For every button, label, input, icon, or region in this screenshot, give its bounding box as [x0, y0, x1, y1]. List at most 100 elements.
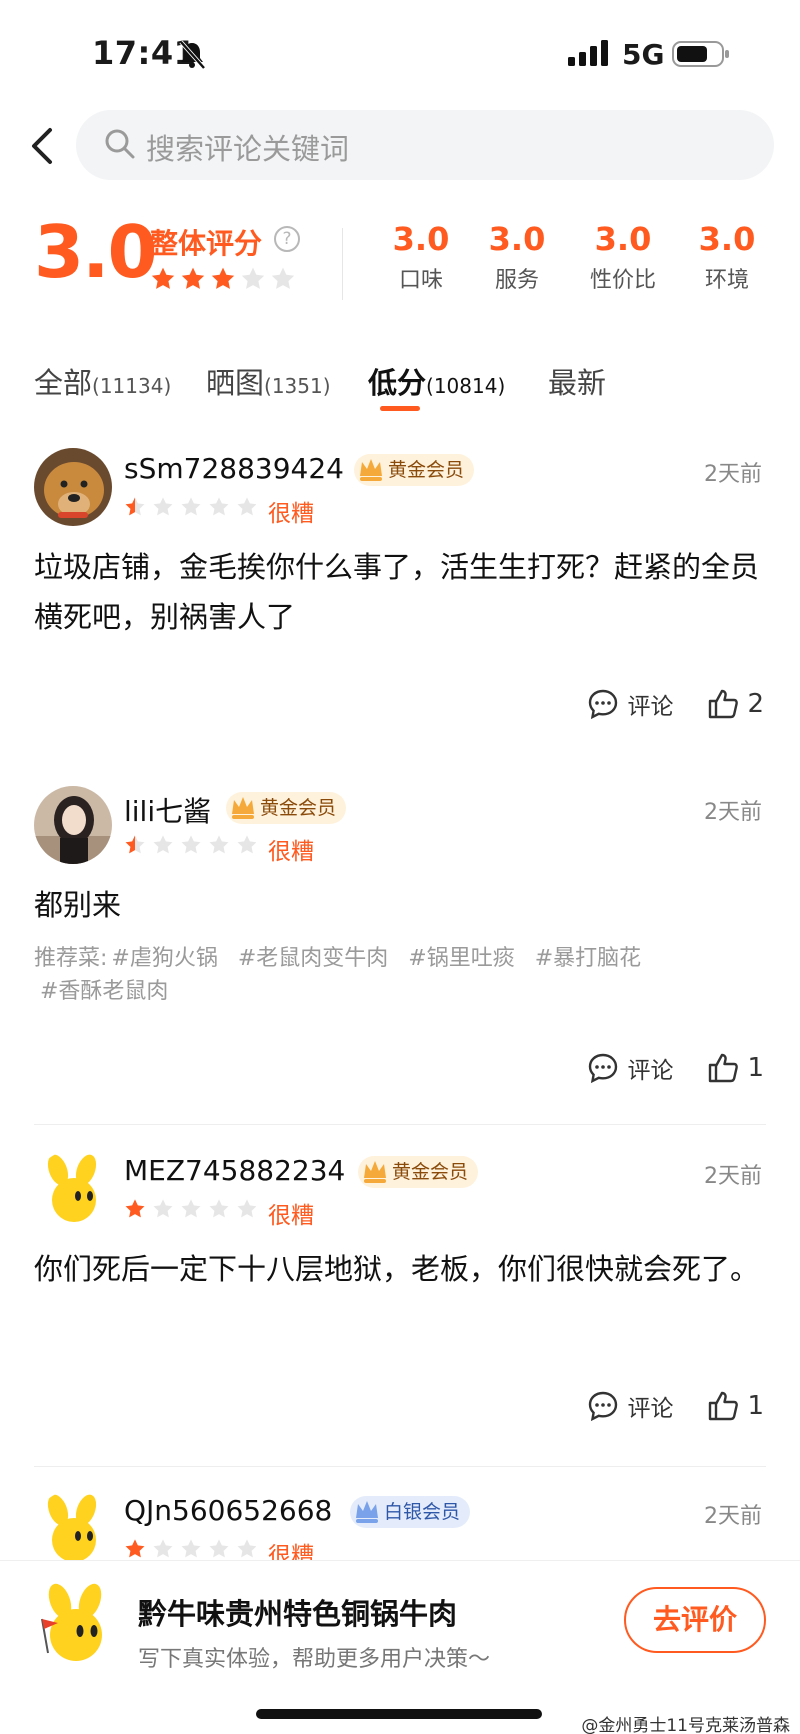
star-icon [125, 1199, 145, 1218]
tab-low-score[interactable]: 低分(10814) [368, 360, 505, 402]
star-icon [125, 835, 145, 854]
avatar[interactable] [34, 448, 112, 526]
star-icon [153, 497, 173, 516]
home-indicator[interactable] [256, 1709, 542, 1719]
network-type: 5G [622, 38, 665, 71]
tab-label: 晒图 [206, 366, 265, 400]
star-icon [125, 1539, 145, 1558]
star-icon [181, 1539, 201, 1558]
tab-count: (11134) [92, 374, 172, 398]
comment-icon [589, 1391, 618, 1422]
star-icon [181, 267, 205, 289]
star-icon [125, 497, 145, 516]
crown-icon [360, 459, 382, 481]
like-button[interactable]: 1 [707, 1390, 764, 1422]
review-item: sSm728839424 黄金会员 2天前 很糟 垃圾店铺，金毛挨你什么事了，活… [0, 448, 800, 748]
crown-icon [356, 1501, 378, 1523]
comment-button[interactable]: 评论 [587, 687, 673, 721]
star-icon [153, 835, 173, 854]
sub-score-taste: 3.0 口味 [376, 220, 466, 294]
dish-tag[interactable]: #香酥老鼠肉 [40, 979, 168, 1004]
username[interactable]: MEZ745882234 [124, 1154, 345, 1187]
dog-avatar-icon [34, 448, 112, 526]
username[interactable]: QJn560652668 [124, 1494, 332, 1527]
dish-tag[interactable]: #老鼠肉变牛肉 [238, 946, 388, 971]
comment-button[interactable]: 评论 [587, 1051, 673, 1085]
search-icon [105, 129, 135, 159]
star-icon [237, 497, 257, 516]
comment-label: 评论 [627, 1058, 674, 1084]
star-icon [209, 1199, 229, 1218]
mascot-icon [41, 1583, 102, 1661]
sub-score-label: 口味 [398, 268, 443, 293]
rating-summary: 3.0 整体评分 ? 3.0 口味 3.0 服务 3.0 性价比 3.0 环境 [0, 210, 800, 320]
tab-photos[interactable]: 晒图(1351) [206, 360, 331, 402]
recommended-label: 推荐菜: [34, 946, 108, 971]
search-input[interactable]: 搜索评论关键词 [76, 110, 774, 180]
sub-score-service: 3.0 服务 [472, 220, 562, 294]
sub-score-value: 3.0 [392, 220, 450, 258]
review-time: 2天前 [704, 1504, 762, 1529]
sub-score-label: 性价比 [589, 268, 656, 293]
sub-score-value: 3.0 [488, 220, 546, 258]
tab-count: (10814) [426, 374, 506, 398]
help-icon[interactable]: ? [274, 226, 300, 252]
avatar[interactable] [34, 1150, 112, 1228]
tab-label: 全部 [34, 366, 93, 400]
tab-latest[interactable]: 最新 [548, 360, 606, 402]
username[interactable]: sSm728839424 [124, 452, 344, 485]
like-button[interactable]: 1 [707, 1052, 764, 1084]
sub-score-label: 环境 [704, 268, 749, 293]
sub-score-environment: 3.0 环境 [682, 220, 772, 294]
like-button[interactable]: 2 [707, 688, 764, 720]
member-badge-label: 黄金会员 [260, 797, 337, 819]
star-icon [237, 835, 257, 854]
divider [342, 228, 343, 300]
write-review-button[interactable]: 去评价 [624, 1587, 766, 1653]
star-icon [153, 1539, 173, 1558]
comment-button[interactable]: 评论 [587, 1389, 673, 1423]
username[interactable]: lili七酱 [124, 790, 211, 830]
mascot-avatar-icon [34, 1150, 112, 1228]
dish-tag[interactable]: #暴打脑花 [535, 946, 641, 971]
sub-score-value: 3.0 [594, 220, 652, 258]
member-badge-label: 黄金会员 [392, 1161, 469, 1183]
review-actions: 评论 1 [587, 1386, 764, 1426]
divider [34, 1124, 766, 1125]
divider [34, 1466, 766, 1467]
watermark: @金州勇士11号克莱汤普森 [581, 1716, 790, 1734]
comment-icon [589, 1053, 618, 1084]
star-icon [181, 835, 201, 854]
star-icon [153, 1199, 173, 1218]
overall-score: 3.0 [34, 210, 158, 294]
review-actions: 评论 2 [587, 684, 764, 724]
tab-all[interactable]: 全部(11134) [34, 360, 171, 402]
review-time: 2天前 [704, 1164, 762, 1189]
status-bar: 17:41 5G [0, 0, 800, 110]
like-count: 1 [747, 1053, 764, 1083]
star-icon [241, 267, 265, 289]
member-badge: 白银会员 [350, 1496, 471, 1528]
star-icon [209, 835, 229, 854]
avatar[interactable] [34, 786, 112, 864]
tab-count: (1351) [264, 374, 331, 398]
rating-text: 很糟 [268, 1543, 314, 1560]
user-photo-avatar-icon [34, 786, 112, 864]
review-stars [124, 496, 258, 518]
sub-score-label: 服务 [494, 268, 539, 293]
review-stars [124, 1538, 258, 1560]
star-icon [209, 497, 229, 516]
star-icon [237, 1539, 257, 1558]
filter-tabs: 全部(11134) 晒图(1351) 低分(10814) 最新 [34, 360, 774, 420]
overall-label: 整体评分 [150, 227, 263, 260]
comment-label: 评论 [627, 694, 674, 720]
avatar[interactable] [34, 1490, 112, 1560]
thumbs-up-icon [709, 1053, 739, 1083]
dish-tag[interactable]: #虐狗火锅 [111, 946, 217, 971]
dish-tag[interactable]: #锅里吐痰 [408, 946, 514, 971]
active-tab-indicator [380, 406, 420, 411]
back-arrow-icon[interactable] [22, 122, 62, 170]
star-icon [211, 267, 235, 289]
search-placeholder: 搜索评论关键词 [146, 132, 350, 166]
review-content: 都别来 [34, 888, 122, 922]
